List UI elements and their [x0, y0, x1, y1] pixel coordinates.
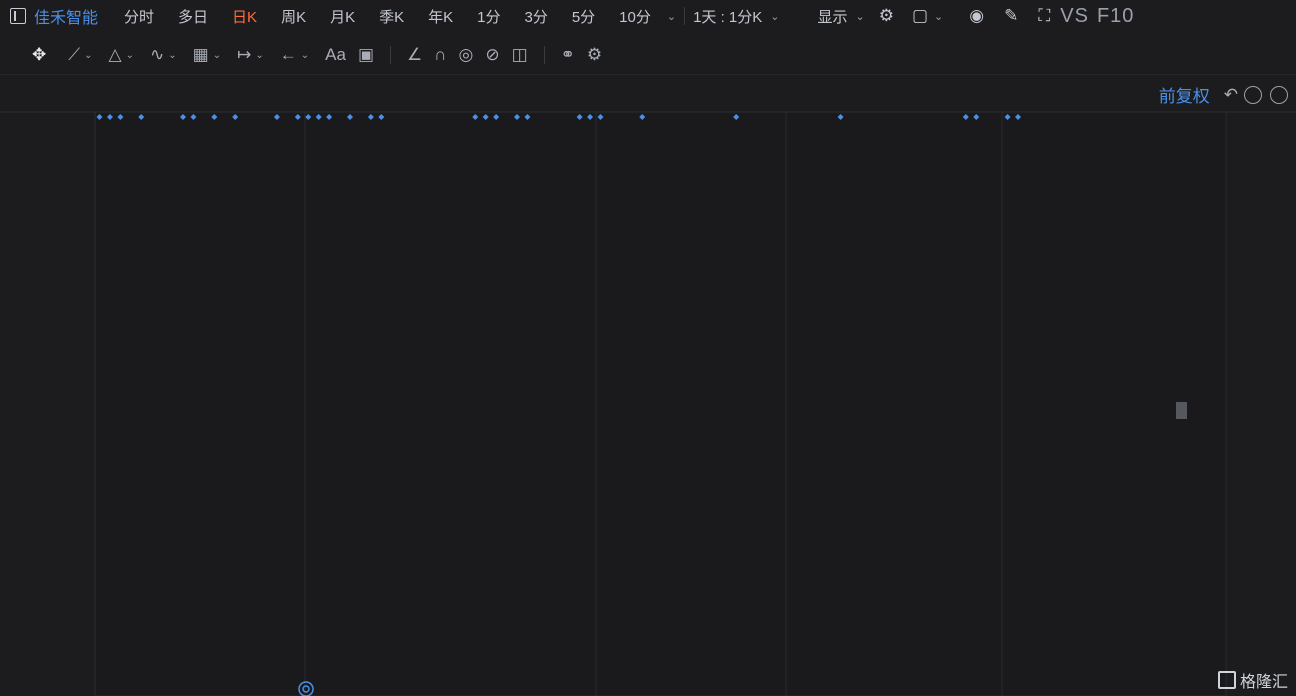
link-icon[interactable]: ⚭ [561, 45, 575, 65]
fib-grid-icon[interactable]: ▦ ⌄ [193, 45, 225, 65]
tab-period-10[interactable]: 10分 [607, 6, 663, 27]
stock-name[interactable]: 佳禾智能 [34, 4, 98, 28]
chevron-down-icon[interactable]: ⌄ [930, 10, 947, 23]
eye-icon[interactable]: ◎ [458, 45, 473, 65]
tab-period-8[interactable]: 3分 [512, 6, 559, 27]
drawing-toolbar: ✥ ⟋ ⌄ △ ⌄ ∿ ⌄ ▦ ⌄ ↦ ⌄ ← ⌄ Aa ▣ ∠ ∩ ◎ ⊘ ◫ ⚭ ⚙ [0, 36, 1296, 75]
tab-period-9[interactable]: 5分 [560, 6, 607, 27]
gear-icon[interactable]: ⚙ [879, 6, 894, 26]
wave-tool-icon[interactable]: ∿ ⌄ [150, 45, 181, 65]
vs-button[interactable]: VS [1060, 5, 1089, 28]
chevron-down-icon[interactable]: ⌄ [852, 10, 869, 23]
hide-icon[interactable]: ⊘ [485, 45, 499, 65]
magnet-icon[interactable]: ∩ [434, 45, 446, 65]
text-tool-icon[interactable]: Aa [325, 45, 346, 65]
arrow-icon[interactable]: ← ⌄ [280, 45, 313, 65]
tab-period-2[interactable]: 日K [220, 6, 269, 27]
measure-icon[interactable]: ↦ ⌄ [237, 45, 268, 65]
layout-square-icon[interactable]: ▢ [912, 6, 928, 26]
tab-period-7[interactable]: 1分 [465, 6, 512, 27]
gear-icon[interactable]: ⚙ [587, 45, 602, 65]
camera-icon[interactable]: ◉ [969, 6, 984, 26]
line-tool-icon[interactable]: ⟋ ⌄ [68, 45, 96, 65]
fullscreen-icon[interactable]: ⛶ [1038, 6, 1050, 26]
watermark-text: 格隆汇 [1239, 674, 1288, 691]
watermark: 格隆汇 [1217, 668, 1288, 692]
tab-period-4[interactable]: 月K [318, 6, 367, 27]
chevron-down-icon[interactable]: ⌄ [766, 10, 783, 23]
divider [390, 46, 391, 64]
tab-period-0[interactable]: 分时 [112, 6, 166, 27]
move-icon[interactable]: ✥ [32, 45, 46, 65]
plot-area [94, 111, 1227, 696]
pen-icon[interactable]: ✎ [1004, 6, 1018, 26]
tab-period-6[interactable]: 年K [416, 6, 465, 27]
divider [684, 7, 686, 25]
f10-button[interactable]: F10 [1097, 5, 1134, 28]
tab-period-1[interactable]: 多日 [166, 6, 220, 27]
crosshair-box [1176, 402, 1187, 419]
polygon-tool-icon[interactable]: △ ⌄ [109, 45, 138, 65]
divider [543, 46, 545, 64]
interval-select[interactable]: 1天 : 1分K [689, 6, 766, 27]
top-bar: 佳禾智能 分时 多日 日K 周K 月K 季K 年K 1分 3分 5分 10分 ⌄… [0, 0, 1296, 32]
comment-icon[interactable]: ▣ [358, 45, 374, 65]
tab-period-5[interactable]: 季K [367, 6, 416, 27]
chevron-down-icon[interactable]: ⌄ [663, 10, 680, 23]
logo-icon [1217, 671, 1236, 689]
display-select[interactable]: 显示 [813, 6, 851, 27]
angle-icon[interactable]: ∠ [407, 45, 422, 65]
tab-period-3[interactable]: 周K [269, 6, 318, 27]
candlestick-chart[interactable]: 20.3820.3819.8519.8519.3219.3218.7818.78… [0, 75, 1296, 696]
trash-icon[interactable]: ◫ [512, 45, 528, 65]
panel-toggle-icon[interactable] [10, 8, 26, 24]
